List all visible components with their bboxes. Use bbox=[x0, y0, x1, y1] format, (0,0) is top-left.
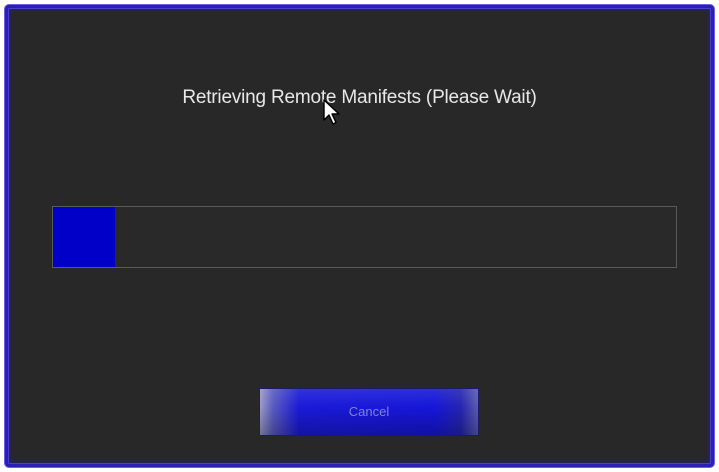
progress-bar-fill bbox=[53, 207, 116, 267]
progress-dialog: Retrieving Remote Manifests (Please Wait… bbox=[5, 5, 714, 467]
progress-bar bbox=[52, 206, 677, 268]
dialog-title: Retrieving Remote Manifests (Please Wait… bbox=[182, 87, 537, 108]
mouse-pointer-icon bbox=[323, 99, 340, 125]
cancel-button[interactable]: Cancel bbox=[259, 388, 479, 436]
